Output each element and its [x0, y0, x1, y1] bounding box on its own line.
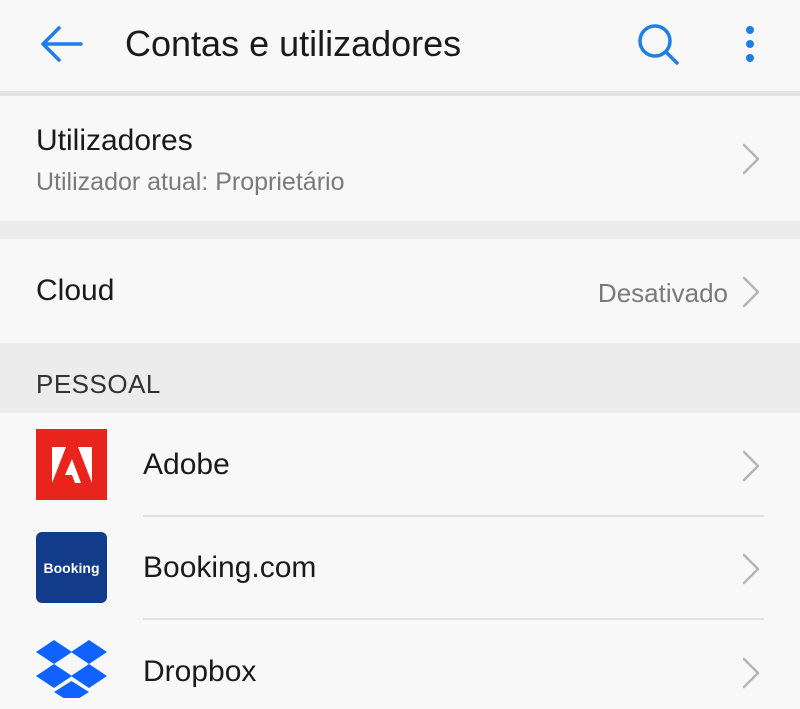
- page-title: Contas e utilizadores: [125, 23, 462, 64]
- account-row-booking[interactable]: Booking Booking.com: [0, 517, 800, 619]
- users-subtitle: Utilizador atual: Proprietário: [36, 168, 345, 196]
- chevron-right-icon: [742, 143, 760, 175]
- app-bar: Contas e utilizadores: [0, 0, 800, 90]
- more-options-button[interactable]: [730, 18, 770, 70]
- chevron-right-icon: [742, 276, 760, 308]
- section-gap: [0, 221, 800, 239]
- account-row-dropbox[interactable]: Dropbox: [0, 620, 800, 698]
- search-icon: [638, 24, 679, 65]
- back-button[interactable]: [34, 20, 86, 68]
- account-row-adobe[interactable]: Adobe: [0, 413, 800, 517]
- cloud-row[interactable]: Cloud Desativado: [0, 239, 800, 343]
- users-row[interactable]: Utilizadores Utilizador atual: Proprietá…: [0, 96, 800, 221]
- section-title: PESSOAL: [36, 369, 161, 399]
- cloud-status-value: Desativado: [597, 278, 728, 308]
- dropbox-logo-icon: [36, 638, 107, 709]
- arrow-left-icon: [41, 26, 83, 62]
- booking-logo-icon: Booking: [36, 532, 107, 603]
- chevron-right-icon: [742, 450, 760, 482]
- search-button[interactable]: [632, 18, 684, 70]
- account-label: Adobe: [143, 448, 230, 481]
- adobe-logo-icon: [36, 429, 107, 500]
- booking-logo-text: Booking: [43, 559, 100, 576]
- more-vertical-icon: [746, 26, 754, 62]
- chevron-right-icon: [742, 553, 760, 585]
- cloud-title: Cloud: [36, 274, 115, 307]
- account-label: Dropbox: [143, 655, 257, 688]
- section-header-personal: PESSOAL: [0, 343, 800, 413]
- chevron-right-icon: [742, 657, 760, 689]
- users-title: Utilizadores: [36, 124, 193, 157]
- account-label: Booking.com: [143, 551, 317, 584]
